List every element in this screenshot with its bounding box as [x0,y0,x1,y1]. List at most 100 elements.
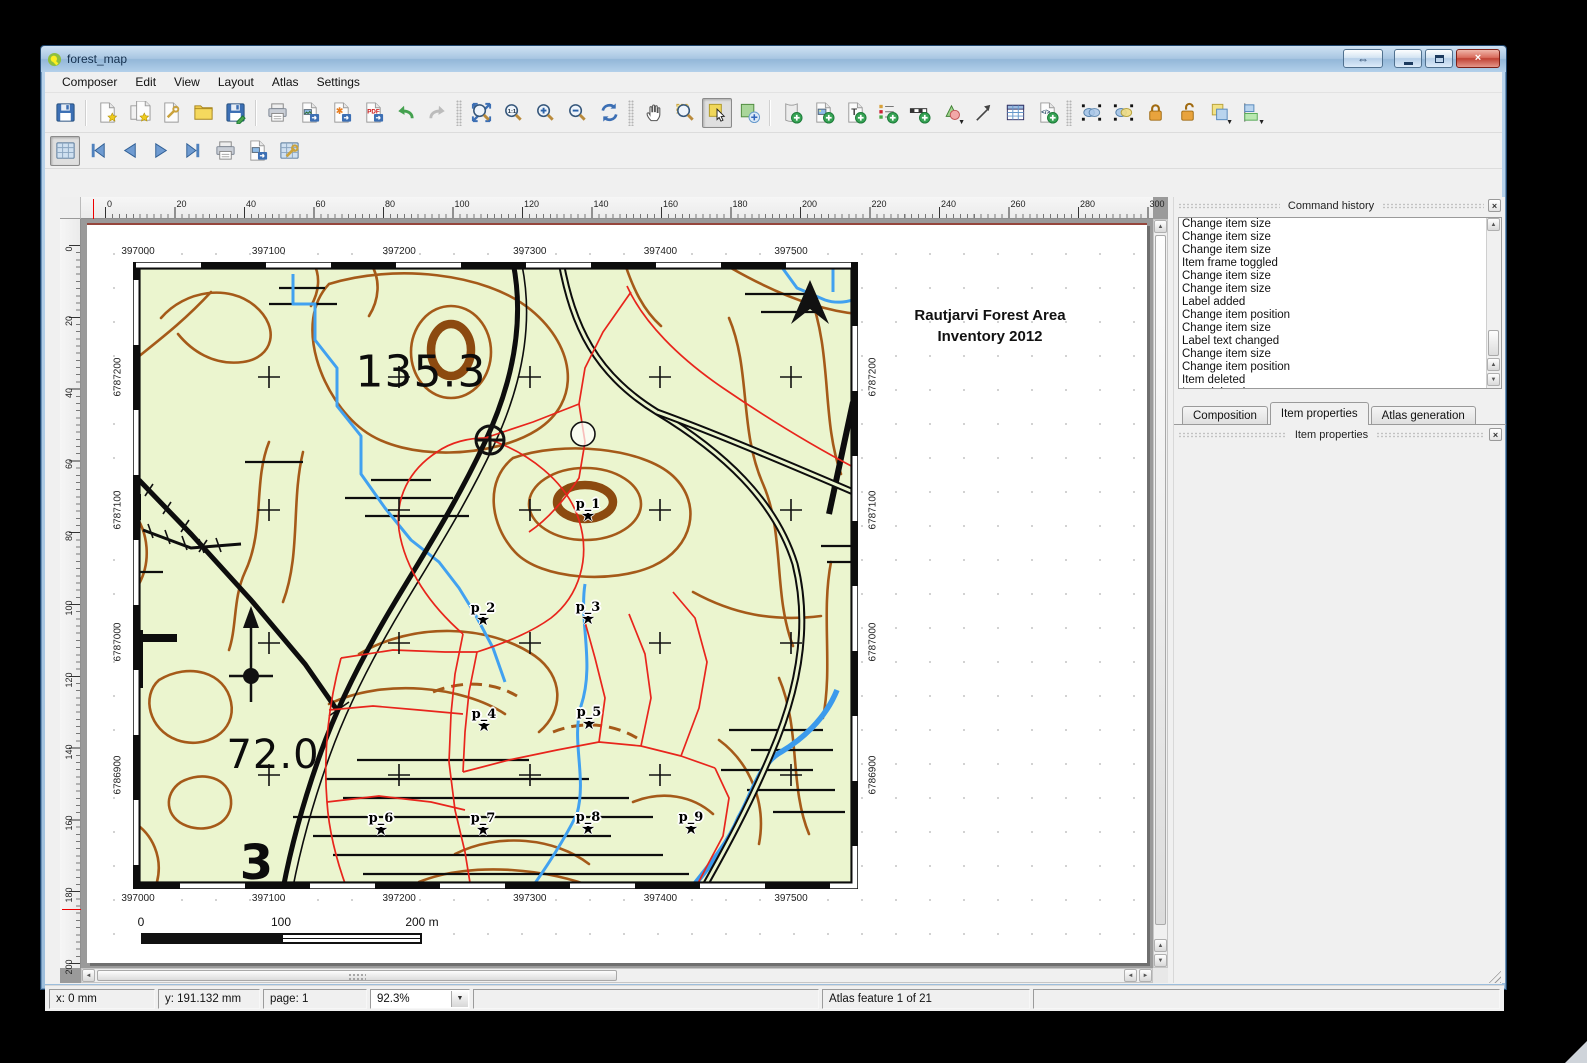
move-item-content-button[interactable] [734,98,764,128]
close-icon[interactable]: × [1488,199,1501,212]
vscroll-thumb[interactable] [1155,235,1166,925]
atlas-prev-button[interactable] [114,136,144,166]
command-history-header[interactable]: Command history × [1174,197,1505,214]
add-arrow-button[interactable] [968,98,998,128]
atlas-first-button[interactable] [82,136,112,166]
align-items-button[interactable]: ▼ [1236,98,1266,128]
scroll-down-button[interactable]: ▼ [1154,954,1167,967]
zoom-region-button[interactable] [670,98,700,128]
window-minimize-button[interactable] [1394,49,1422,68]
toolbar-handle[interactable] [628,100,634,126]
command-history-item[interactable]: Change item size [1179,218,1501,231]
scroll-up-button2[interactable]: ▲ [1487,358,1500,371]
command-history-item[interactable]: Change item size [1179,348,1501,361]
export-pdf-button[interactable]: PDF [358,98,388,128]
hscroll-thumb[interactable] [97,970,617,981]
add-new-map-button[interactable] [776,98,806,128]
raise-items-button[interactable]: ▼ [1204,98,1234,128]
chevron-down-icon[interactable]: ▼ [451,991,468,1007]
command-history-list[interactable]: Change item sizeChange item sizeChange i… [1178,217,1502,389]
command-history-item[interactable]: Change item size [1179,231,1501,244]
print-atlas-button[interactable] [210,136,240,166]
command-history-item[interactable]: Change item size [1179,244,1501,257]
chevron-down-icon[interactable]: ▼ [1226,119,1233,126]
tab-item-properties[interactable]: Item properties [1270,402,1369,425]
chevron-down-icon[interactable]: ▼ [1258,119,1265,126]
item-properties-header[interactable]: Item properties × [1174,426,1506,443]
composer-canvas[interactable]: 3970003970003971003971003972003972003973… [60,197,1168,983]
menu-composer[interactable]: Composer [53,72,126,92]
title-bar[interactable]: forest_map ⇔ × [41,46,1506,72]
zoom-full-button[interactable] [466,98,496,128]
add-legend-button[interactable] [872,98,902,128]
lock-items-button[interactable] [1140,98,1170,128]
load-template-button[interactable] [188,98,218,128]
window-close-button[interactable]: × [1456,49,1500,68]
menu-view[interactable]: View [165,72,209,92]
print-button[interactable] [262,98,292,128]
command-history-item[interactable]: Label text changed [1179,335,1501,348]
save-button[interactable] [50,98,80,128]
command-history-item[interactable]: Change item position [1179,361,1501,374]
atlas-next-button[interactable] [146,136,176,166]
add-image-button[interactable] [808,98,838,128]
map-item[interactable]: 3970003970003971003971003972003972003973… [133,262,858,889]
zoom-in-button[interactable] [530,98,560,128]
undo-button[interactable] [390,98,420,128]
unlock-items-button[interactable] [1172,98,1202,128]
redo-button[interactable] [422,98,452,128]
preview-atlas-button[interactable] [50,136,80,166]
window-resize-button[interactable]: ⇔ [1343,49,1383,68]
add-shape-button[interactable]: ▼ [936,98,966,128]
add-attribute-table-button[interactable] [1000,98,1030,128]
atlas-settings-button[interactable] [274,136,304,166]
zoom-out-button[interactable] [562,98,592,128]
scalebar-item[interactable]: 0100200 m [141,915,481,949]
export-svg-button[interactable] [326,98,356,128]
scroll-left-button2[interactable]: ◄ [1124,969,1137,982]
canvas-hscrollbar[interactable]: ◄ ◄ ► [81,968,1153,983]
chevron-down-icon[interactable]: ▼ [958,119,965,126]
add-html-frame-button[interactable]: </> [1032,98,1062,128]
scroll-up-button[interactable]: ▲ [1154,220,1167,233]
command-history-item[interactable]: Label added [1179,296,1501,309]
toolbar-handle[interactable] [456,100,462,126]
add-label-button[interactable]: T [840,98,870,128]
add-scalebar-button[interactable] [904,98,934,128]
close-icon[interactable]: × [1489,428,1502,441]
menu-edit[interactable]: Edit [126,72,165,92]
export-image-button[interactable] [294,98,324,128]
tab-atlas-generation[interactable]: Atlas generation [1371,406,1476,425]
scroll-up-button[interactable]: ▲ [1487,218,1500,231]
scroll-right-button[interactable]: ► [1139,969,1152,982]
tab-composition[interactable]: Composition [1182,406,1268,425]
screen-resize-grip[interactable] [1565,1041,1587,1063]
command-history-item[interactable]: Change item size [1179,322,1501,335]
scroll-down-button[interactable]: ▼ [1487,373,1500,386]
group-items-button[interactable] [1076,98,1106,128]
atlas-last-button[interactable] [178,136,208,166]
command-history-item[interactable]: Item deleted [1179,387,1501,389]
scroll-left-button[interactable]: ◄ [82,969,95,982]
save-as-template-button[interactable] [220,98,250,128]
menu-settings[interactable]: Settings [308,72,369,92]
history-scrollbar[interactable]: ▲ ▲ ▼ [1486,218,1501,388]
window-maximize-button[interactable] [1425,49,1453,68]
select-move-item-button[interactable] [702,98,732,128]
ungroup-items-button[interactable] [1108,98,1138,128]
refresh-view-button[interactable] [594,98,624,128]
command-history-item[interactable]: Change item position [1179,309,1501,322]
command-history-item[interactable]: Item frame toggled [1179,257,1501,270]
composer-manager-button[interactable] [156,98,186,128]
zoom-level-combo[interactable]: 92.3% ▼ [370,989,470,1009]
command-history-item[interactable]: Change item size [1179,283,1501,296]
menu-atlas[interactable]: Atlas [263,72,308,92]
history-scroll-thumb[interactable] [1488,330,1499,356]
map-title-label[interactable]: Rautjarvi Forest Area Inventory 2012 [830,305,1150,347]
canvas-vscrollbar[interactable]: ▲ ▲ ▼ [1153,219,1168,968]
export-atlas-image-button[interactable] [242,136,272,166]
pan-button[interactable] [638,98,668,128]
zoom-one-to-one-button[interactable]: 1:1 [498,98,528,128]
toolbar-handle[interactable] [1066,100,1072,126]
command-history-item[interactable]: Item deleted [1179,374,1501,387]
